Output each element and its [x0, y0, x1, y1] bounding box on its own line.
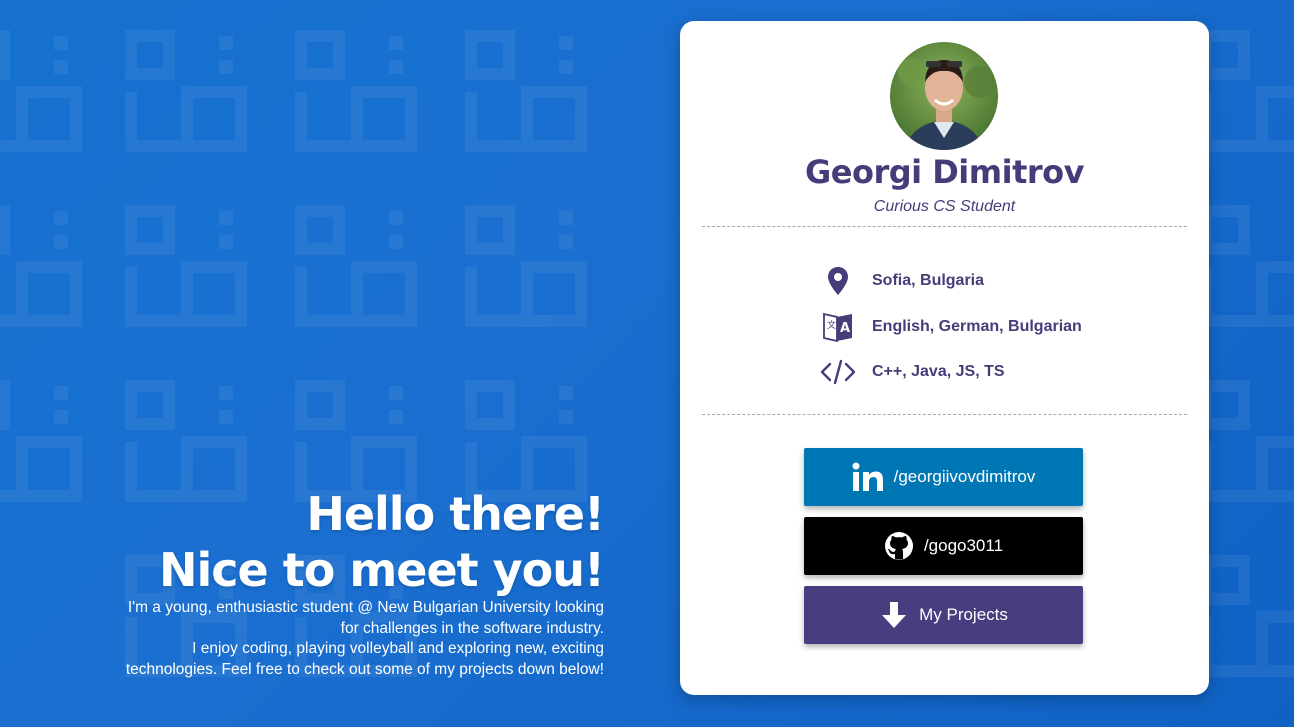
avatar — [890, 42, 998, 150]
linkedin-icon — [852, 462, 884, 492]
intro-section: Hello there! Nice to meet you! I'm a you… — [44, 486, 605, 680]
linkedin-button[interactable]: /georgiivovdimitrov — [804, 448, 1083, 506]
profile-name: Georgi Dimitrov — [804, 153, 1085, 191]
info-languages: 文 A English, German, Bulgarian — [820, 309, 1120, 345]
headline-welcome: Nice to meet you! — [159, 543, 605, 597]
arrow-down-icon — [879, 600, 909, 630]
bio-line: technologies. Feel free to check out som… — [125, 660, 604, 678]
profile-subtitle: Curious CS Student — [873, 198, 1016, 215]
code-icon — [820, 354, 856, 390]
divider — [702, 414, 1187, 415]
bio-line: for challenges in the software industry. — [340, 619, 604, 637]
github-button[interactable]: /gogo3011 — [804, 517, 1083, 575]
location-text: Sofia, Bulgaria — [872, 272, 985, 289]
github-icon — [884, 531, 914, 561]
projects-label: My Projects — [919, 605, 1008, 624]
info-skills: C++, Java, JS, TS — [820, 354, 1120, 390]
linkedin-label: /georgiivovdimitrov — [893, 467, 1036, 486]
skills-text: C++, Java, JS, TS — [872, 363, 1005, 380]
bio-line: I enjoy coding, playing volleyball and e… — [192, 640, 604, 657]
projects-button[interactable]: My Projects — [804, 586, 1083, 644]
github-label: /gogo3011 — [923, 536, 1004, 555]
profile-card: Georgi Dimitrov Curious CS Student Sofia… — [680, 21, 1209, 695]
svg-text:A: A — [840, 321, 850, 336]
languages-text: English, German, Bulgarian — [872, 318, 1082, 335]
translate-icon: 文 A — [820, 309, 856, 345]
divider — [702, 226, 1187, 227]
bio-paragraph: I'm a young, enthusiastic student @ New … — [44, 598, 604, 680]
bio-line: I'm a young, enthusiastic student @ New … — [127, 599, 604, 616]
headline-greeting: Hello there! — [306, 487, 605, 541]
map-pin-icon — [820, 263, 856, 299]
info-location: Sofia, Bulgaria — [820, 263, 1120, 299]
svg-text:文: 文 — [827, 319, 836, 331]
